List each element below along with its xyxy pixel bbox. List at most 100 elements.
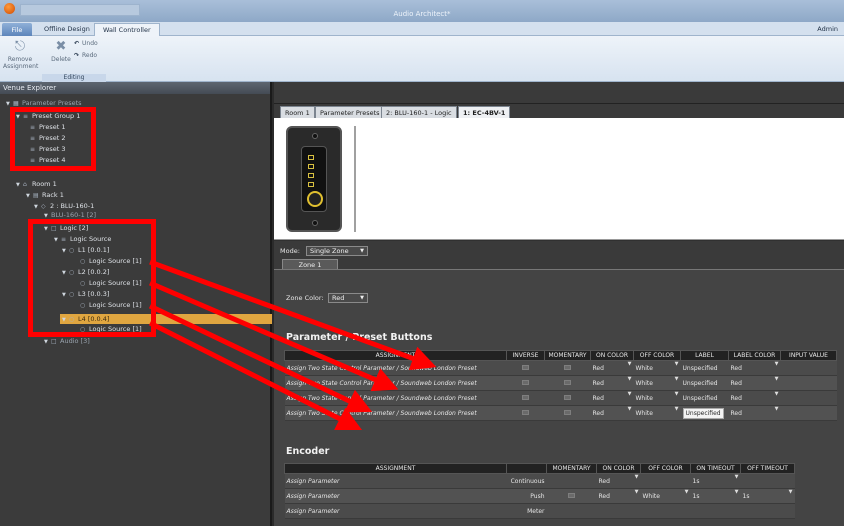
table-row[interactable]: Assign Parameter Continuous Red ▼ 1s ▼ — [284, 473, 795, 489]
tab-parameter-presets[interactable]: Parameter Presets — [315, 106, 385, 118]
table-row[interactable]: Assign Two State Control Parameter / Sou… — [284, 390, 837, 406]
column-header[interactable]: ON COLOR — [596, 463, 641, 474]
on-color-select[interactable]: Red ▼ — [590, 360, 634, 376]
on-timeout-select[interactable]: 1s ▼ — [690, 473, 741, 489]
tab-file[interactable]: File — [2, 23, 32, 36]
on-color-select[interactable]: Red ▼ — [590, 405, 634, 421]
column-header[interactable]: OFF COLOR — [640, 463, 691, 474]
label-color-select[interactable]: Red ▼ — [728, 360, 781, 376]
assignment-cell[interactable]: Assign Two State Control Parameter / Sou… — [284, 390, 507, 406]
on-color-select[interactable]: Red ▼ — [596, 488, 641, 504]
tab-offline-design[interactable]: Offline Design — [36, 23, 98, 36]
table-row[interactable]: Assign Parameter Push Red ▼ White ▼ 1s ▼ 1s… — [284, 488, 795, 504]
redo-button[interactable]: ↷ Redo — [74, 52, 97, 59]
editing-group-label: Editing — [42, 74, 106, 82]
momentary-checkbox[interactable] — [568, 492, 575, 498]
table-row[interactable]: Assign Two State Control Parameter / Sou… — [284, 405, 837, 421]
collapse-icon[interactable]: ▼ — [16, 180, 23, 190]
table-row[interactable]: Assign Two State Control Parameter / Sou… — [284, 375, 837, 391]
column-header[interactable]: ON TIMEOUT — [690, 463, 741, 474]
tab-zone-1[interactable]: Zone 1 — [282, 259, 338, 269]
assignment-cell[interactable]: Assign Parameter — [284, 503, 507, 519]
tab-ec-4bv-1[interactable]: 1: EC-4BV-1 — [458, 106, 511, 118]
tree-item-rack[interactable]: ▼ ▤ Rack 1 — [26, 190, 64, 200]
tab-wall-controller[interactable]: Wall Controller — [94, 23, 160, 36]
button-led[interactable] — [308, 173, 314, 178]
off-color-select[interactable]: White ▼ — [640, 488, 691, 504]
tree-item-audio[interactable]: ▼ □ Audio [3] — [44, 336, 90, 346]
off-color-select[interactable]: White ▼ — [633, 405, 681, 421]
encoder-type-cell: Continuous — [506, 473, 547, 489]
momentary-checkbox[interactable] — [564, 394, 571, 400]
on-color-select[interactable]: Red ▼ — [590, 390, 634, 406]
input-value-cell[interactable] — [780, 390, 837, 406]
column-header[interactable]: INVERSE — [506, 350, 545, 361]
momentary-checkbox[interactable] — [564, 364, 571, 370]
input-value-cell[interactable] — [780, 375, 837, 391]
column-header[interactable]: MOMENTARY — [546, 463, 597, 474]
column-header[interactable]: LABEL COLOR — [728, 350, 781, 361]
assignment-cell[interactable]: Assign Two State Control Parameter / Sou… — [284, 375, 507, 391]
button-led[interactable] — [308, 182, 314, 187]
label-cell[interactable]: Unspecified — [680, 405, 729, 421]
chevron-down-icon: ▼ — [674, 391, 679, 397]
assignment-cell[interactable]: Assign Parameter — [284, 488, 507, 504]
rack-icon: ▤ — [33, 192, 39, 199]
window-title: Audio Architect* — [393, 10, 451, 18]
column-header[interactable]: OFF COLOR — [633, 350, 681, 361]
column-header[interactable]: ON COLOR — [590, 350, 634, 361]
button-led[interactable] — [308, 155, 314, 160]
collapse-icon[interactable]: ▼ — [26, 191, 33, 201]
remove-assignment-button[interactable]: ⎋ Remove Assignment — [3, 40, 38, 71]
label-color-select[interactable]: Red ▼ — [728, 375, 781, 391]
label-cell[interactable]: Unspecified — [680, 360, 729, 376]
delete-button[interactable]: ✖ Delete — [44, 40, 78, 64]
inverse-checkbox[interactable] — [522, 364, 529, 370]
inverse-checkbox[interactable] — [522, 379, 529, 385]
inverse-checkbox[interactable] — [522, 394, 529, 400]
column-header[interactable]: OFF TIMEOUT — [740, 463, 795, 474]
undo-button[interactable]: ↶ Undo — [74, 40, 98, 47]
off-color-select[interactable]: White ▼ — [633, 390, 681, 406]
off-timeout-select[interactable]: 1s ▼ — [740, 488, 795, 504]
label-color-select[interactable]: Red ▼ — [728, 405, 781, 421]
momentary-checkbox[interactable] — [564, 409, 571, 415]
column-header[interactable]: INPUT VALUE — [780, 350, 837, 361]
on-color-select[interactable]: Red ▼ — [596, 473, 641, 489]
input-value-cell[interactable] — [780, 360, 837, 376]
table-row[interactable]: Assign Parameter Meter — [284, 503, 795, 519]
wall-controller-device[interactable] — [286, 126, 342, 232]
column-header[interactable]: ASSIGNMENT — [284, 350, 507, 361]
column-header[interactable] — [506, 463, 547, 474]
ribbon-group-remove: ⎋ Remove Assignment — [0, 36, 40, 82]
assignment-cell[interactable]: Assign Two State Control Parameter / Sou… — [284, 405, 507, 421]
assignment-cell[interactable]: Assign Parameter — [284, 473, 507, 489]
zone-color-select[interactable]: Red ▼ — [328, 293, 368, 303]
encoder-knob[interactable] — [307, 191, 323, 207]
on-timeout-select[interactable]: 1s ▼ — [690, 488, 741, 504]
label-color-select[interactable]: Red ▼ — [728, 390, 781, 406]
tab-blu-160-logic[interactable]: 2: BLU-160-1 - Logic — [381, 106, 457, 118]
collapse-icon[interactable]: ▼ — [34, 202, 41, 212]
off-color-select[interactable]: White ▼ — [633, 360, 681, 376]
input-value-cell[interactable] — [780, 405, 837, 421]
mode-select[interactable]: Single Zone ▼ — [306, 246, 368, 256]
tree-item-room[interactable]: ▼ ⌂ Room 1 — [16, 179, 57, 189]
label-cell[interactable]: Unspecified — [680, 390, 729, 406]
off-color-select[interactable]: White ▼ — [633, 375, 681, 391]
inverse-checkbox[interactable] — [522, 409, 529, 415]
table-row[interactable]: Assign Two State Control Parameter / Sou… — [284, 360, 837, 376]
assignment-cell[interactable]: Assign Two State Control Parameter / Sou… — [284, 360, 507, 376]
on-color-select[interactable]: Red ▼ — [590, 375, 634, 391]
column-header[interactable]: ASSIGNMENT — [284, 463, 507, 474]
momentary-checkbox[interactable] — [564, 379, 571, 385]
venue-explorer-title: Venue Explorer — [0, 82, 270, 94]
tab-room-1[interactable]: Room 1 — [280, 106, 315, 118]
column-header[interactable]: MOMENTARY — [544, 350, 591, 361]
label-cell[interactable]: Unspecified — [680, 375, 729, 391]
device-preview — [274, 118, 844, 240]
document-tab-strip: Room 1 Parameter Presets 2: BLU-160-1 - … — [274, 104, 844, 118]
expand-icon[interactable]: ▼ — [44, 337, 51, 347]
button-led[interactable] — [308, 164, 314, 169]
column-header[interactable]: LABEL — [680, 350, 729, 361]
